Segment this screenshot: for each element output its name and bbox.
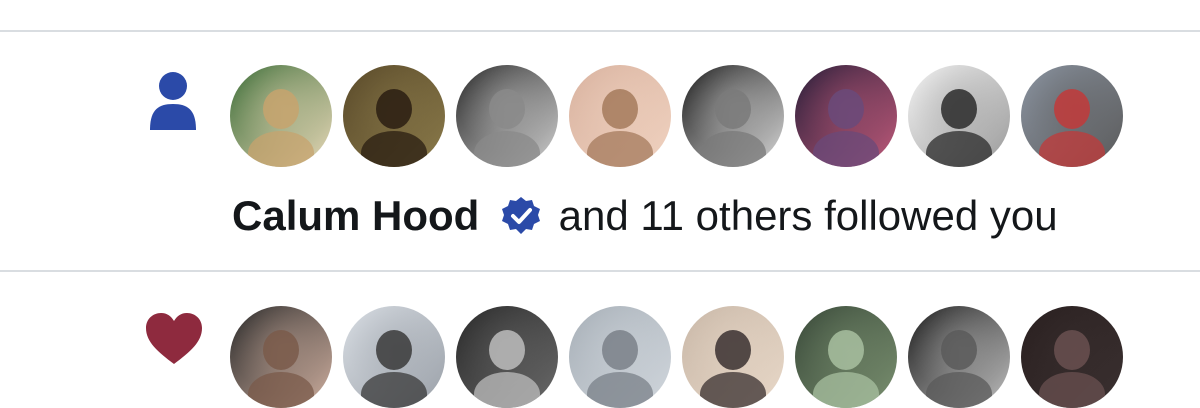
avatar[interactable] <box>1021 65 1123 167</box>
avatar-face <box>715 330 751 370</box>
avatar-body <box>474 372 540 408</box>
avatar-body <box>248 372 314 408</box>
avatar-body <box>587 372 653 408</box>
notification-follow[interactable]: Calum Hood and 11 others followed you <box>0 0 1200 270</box>
avatar[interactable] <box>682 306 784 408</box>
avatar-body <box>1039 131 1105 167</box>
action-text: and 11 others followed you <box>558 192 1058 239</box>
avatar[interactable] <box>569 306 671 408</box>
avatar-face <box>715 89 751 129</box>
avatar-body <box>926 131 992 167</box>
avatar-body <box>474 131 540 167</box>
avatar[interactable] <box>230 65 332 167</box>
avatar-body <box>813 372 879 408</box>
avatar-body <box>361 131 427 167</box>
avatar-face <box>263 330 299 370</box>
notification-like[interactable] <box>0 272 1200 408</box>
avatar-stack <box>230 306 1123 408</box>
notification-text[interactable]: Calum Hood and 11 others followed you <box>232 190 1058 248</box>
avatar-face <box>376 89 412 129</box>
avatar-body <box>700 372 766 408</box>
avatar-face <box>376 330 412 370</box>
avatar[interactable] <box>795 65 897 167</box>
avatar[interactable] <box>1021 306 1123 408</box>
verified-badge-icon <box>501 196 541 248</box>
avatar-body <box>926 372 992 408</box>
avatar-body <box>587 131 653 167</box>
avatar-face <box>263 89 299 129</box>
avatar-face <box>489 330 525 370</box>
person-icon <box>148 70 198 137</box>
avatar[interactable] <box>456 65 558 167</box>
user-name[interactable]: Calum Hood <box>232 192 479 239</box>
avatar[interactable] <box>569 65 671 167</box>
avatar-stack <box>230 65 1123 167</box>
avatar-face <box>1054 89 1090 129</box>
heart-icon <box>144 312 204 371</box>
avatar-face <box>941 330 977 370</box>
avatar-face <box>489 89 525 129</box>
avatar-body <box>248 131 314 167</box>
avatar-face <box>602 330 638 370</box>
avatar[interactable] <box>908 65 1010 167</box>
avatar-body <box>813 131 879 167</box>
avatar[interactable] <box>682 65 784 167</box>
avatar-face <box>941 89 977 129</box>
avatar[interactable] <box>343 306 445 408</box>
avatar[interactable] <box>795 306 897 408</box>
avatar-face <box>828 89 864 129</box>
avatar[interactable] <box>343 65 445 167</box>
avatar-face <box>828 330 864 370</box>
avatar[interactable] <box>456 306 558 408</box>
avatar-body <box>361 372 427 408</box>
avatar-body <box>1039 372 1105 408</box>
avatar[interactable] <box>908 306 1010 408</box>
avatar-body <box>700 131 766 167</box>
avatar[interactable] <box>230 306 332 408</box>
avatar-face <box>602 89 638 129</box>
avatar-face <box>1054 330 1090 370</box>
